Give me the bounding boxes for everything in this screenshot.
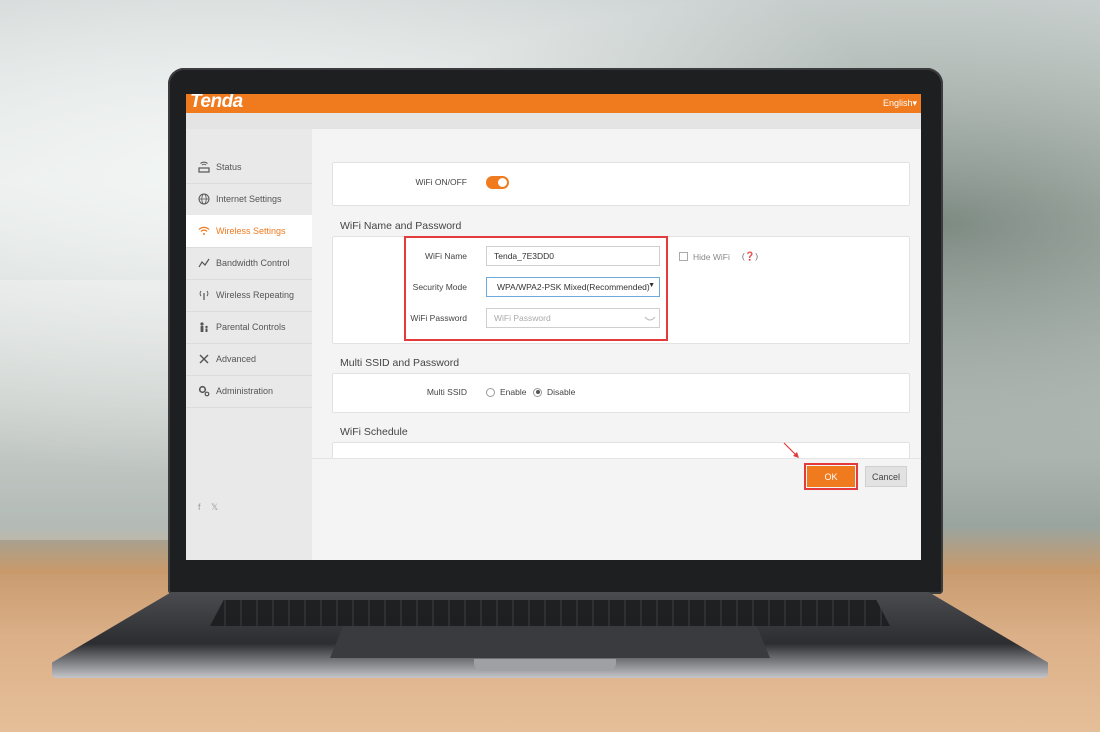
sidebar-item-parental-controls[interactable]: Parental Controls — [186, 311, 312, 344]
router-icon — [197, 160, 211, 174]
top-bar: Tenda English▾ — [186, 94, 921, 113]
sidebar-item-label: Advanced — [216, 354, 257, 364]
sidebar-item-label: Wireless Settings — [216, 226, 286, 236]
language-selector[interactable]: English▾ — [883, 98, 917, 109]
checkbox-box[interactable] — [679, 252, 688, 261]
sidebar-item-label: Parental Controls — [216, 322, 286, 332]
multi-ssid-panel: Multi SSID Enable Disable — [332, 373, 910, 413]
laptop-notch — [474, 659, 616, 671]
gears-icon — [197, 384, 211, 398]
sub-bar — [186, 113, 921, 129]
multi-ssid-disable-radio[interactable]: Disable — [533, 387, 575, 397]
sidebar-item-status[interactable]: Status — [186, 151, 312, 184]
wifi-name-password-title: WiFi Name and Password — [340, 220, 462, 232]
ok-highlight-box — [804, 463, 858, 490]
sidebar-item-label: Status — [216, 162, 242, 172]
bandwidth-icon — [197, 256, 211, 270]
hide-wifi-label: Hide WiFi — [693, 251, 730, 262]
wifi-toggle-switch[interactable] — [486, 176, 509, 189]
multi-ssid-label: Multi SSID — [426, 387, 467, 397]
sidebar-item-administration[interactable]: Administration — [186, 375, 312, 408]
multi-ssid-title: Multi SSID and Password — [340, 357, 460, 369]
action-bar: OK Cancel — [312, 458, 921, 560]
sidebar-item-advanced[interactable]: Advanced — [186, 343, 312, 376]
globe-icon — [197, 192, 211, 206]
antenna-icon — [197, 288, 211, 302]
social-links[interactable]: f 𝕏 — [198, 502, 222, 513]
cancel-button[interactable]: Cancel — [865, 466, 907, 487]
sidebar-item-wireless-repeating[interactable]: Wireless Repeating — [186, 279, 312, 312]
sidebar-item-internet-settings[interactable]: Internet Settings — [186, 183, 312, 216]
sidebar-item-label: Internet Settings — [216, 194, 282, 204]
sidebar-item-wireless-settings[interactable]: Wireless Settings — [186, 215, 312, 248]
sidebar-item-label: Administration — [216, 386, 274, 396]
laptop-trackpad — [330, 626, 770, 658]
parental-icon — [197, 320, 211, 334]
enable-label: Enable — [500, 387, 527, 397]
wifi-toggle-label: WiFi ON/OFF — [415, 177, 467, 187]
sidebar-item-label: Wireless Repeating — [216, 290, 295, 300]
hide-wifi-checkbox[interactable]: Hide WiFi (❓) — [679, 251, 758, 262]
router-admin-screen: Tenda English▾ Status Internet Settings … — [186, 94, 921, 560]
help-icon[interactable]: (❓) — [742, 251, 758, 262]
sidebar-item-label: Bandwidth Control — [216, 258, 290, 268]
sidebar: Status Internet Settings Wireless Settin… — [186, 129, 312, 560]
radio-circle[interactable] — [486, 387, 495, 397]
multi-ssid-enable-radio[interactable]: Enable — [486, 387, 526, 397]
wifi-settings-highlight-box — [404, 236, 668, 341]
tenda-logo: Tenda — [190, 94, 243, 112]
disable-label: Disable — [547, 387, 576, 397]
wifi-toggle-panel: WiFi ON/OFF — [332, 162, 910, 206]
wifi-schedule-title: WiFi Schedule — [340, 426, 408, 438]
red-arrow-icon — [783, 442, 799, 458]
tools-icon — [197, 352, 211, 366]
radio-circle-selected[interactable] — [533, 387, 542, 397]
wifi-icon — [197, 224, 211, 238]
sidebar-item-bandwidth-control[interactable]: Bandwidth Control — [186, 247, 312, 280]
laptop-keyboard — [210, 600, 890, 626]
